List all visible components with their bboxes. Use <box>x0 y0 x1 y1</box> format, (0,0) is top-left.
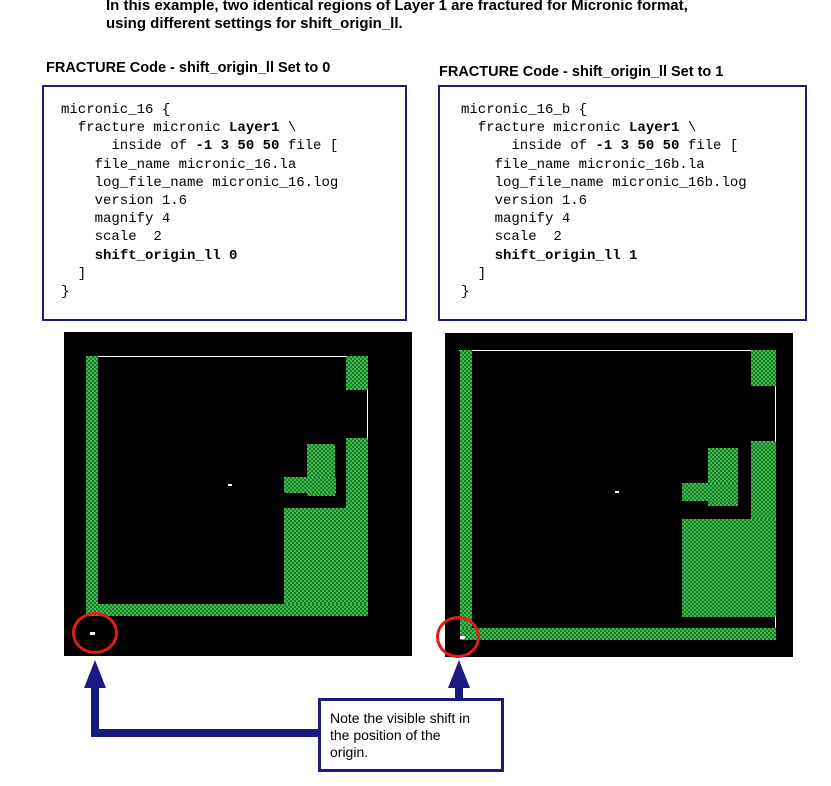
arrow-head-left <box>84 660 106 688</box>
arrow-connector <box>91 729 320 737</box>
arrow-shaft-left <box>91 686 99 736</box>
callout-arrows <box>84 660 470 737</box>
note-line-2: the position of the <box>330 727 441 743</box>
note-line-1: Note the visible shift in <box>330 710 471 726</box>
note-box: Note the visible shift in the position o… <box>318 698 504 772</box>
arrow-head-right <box>448 660 470 688</box>
note-line-3: origin. <box>330 744 369 760</box>
